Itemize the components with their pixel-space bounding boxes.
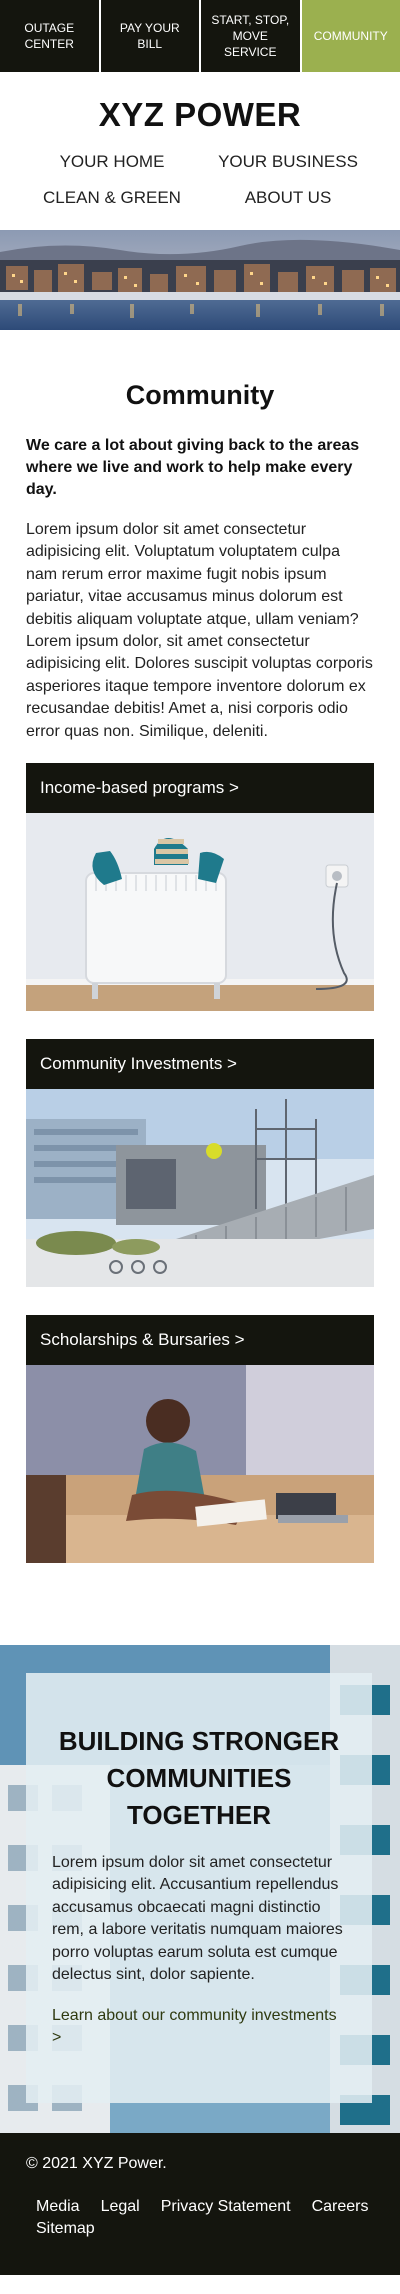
footer-link-careers[interactable]: Careers [312, 2197, 369, 2217]
footer-link-sitemap[interactable]: Sitemap [36, 2219, 95, 2239]
site-footer: © 2021 XYZ Power. Media Legal Privacy St… [0, 2133, 400, 2276]
power-station-image[interactable] [26, 1089, 374, 1288]
nav-start-stop-move-service[interactable]: START, STOP, MOVE SERVICE [201, 0, 302, 72]
main-nav: YOUR HOME YOUR BUSINESS CLEAN & GREEN AB… [0, 142, 400, 230]
footer-link-privacy-statement[interactable]: Privacy Statement [161, 2197, 291, 2217]
main-nav-clean-green[interactable]: CLEAN & GREEN [24, 188, 200, 208]
nav-outage-center[interactable]: OUTAGE CENTER [0, 0, 101, 72]
nav-community[interactable]: COMMUNITY [301, 0, 400, 72]
community-intro: Community We care a lot about giving bac… [0, 330, 400, 763]
footer-links: Media Legal Privacy Statement Careers Si… [26, 2197, 374, 2239]
student-writing-image[interactable] [26, 1365, 374, 1564]
card-income-based-programs: Income-based programs > [26, 763, 374, 1012]
income-based-programs-link[interactable]: Income-based programs > [26, 763, 374, 814]
building-communities-text: Lorem ipsum dolor sit amet consectetur a… [52, 1854, 343, 1984]
intro-lead: We care a lot about giving back to the a… [26, 437, 360, 498]
hero-banner [0, 230, 400, 330]
card-community-investments: Community Investments > [26, 1039, 374, 1288]
heater-mittens-image[interactable] [26, 813, 374, 1012]
main-nav-your-home[interactable]: YOUR HOME [24, 152, 200, 172]
nav-pay-your-bill[interactable]: PAY YOUR BILL [100, 0, 201, 72]
main-nav-your-business[interactable]: YOUR BUSINESS [200, 152, 376, 172]
scholarships-bursaries-link[interactable]: Scholarships & Bursaries > [26, 1315, 374, 1366]
footer-copyright: © 2021 XYZ Power. [26, 2155, 167, 2173]
intro-body: Lorem ipsum dolor sit amet consectetur a… [26, 521, 373, 740]
community-investments-link[interactable]: Community Investments > [26, 1039, 374, 1090]
footer-link-legal[interactable]: Legal [101, 2197, 140, 2217]
building-communities-title: BUILDING STRONGER COMMUNITIES TOGETHER [58, 1726, 340, 1831]
building-communities-panel: BUILDING STRONGER COMMUNITIES TOGETHER L… [26, 1673, 372, 2104]
site-header: XYZ POWER [0, 72, 400, 142]
main-nav-about-us[interactable]: ABOUT US [200, 188, 376, 208]
page-title: Community [125, 380, 275, 410]
top-nav: OUTAGE CENTER PAY YOUR BILL START, STOP,… [0, 0, 400, 72]
brand-logo[interactable]: XYZ POWER [0, 96, 400, 134]
footer-link-media[interactable]: Media [36, 2197, 80, 2217]
program-cards: Income-based programs > Community Invest… [0, 763, 400, 1621]
harbour-town-image [0, 230, 400, 330]
card-scholarships-bursaries: Scholarships & Bursaries > [26, 1315, 374, 1564]
building-communities-section: BUILDING STRONGER COMMUNITIES TOGETHER L… [0, 1645, 400, 2134]
community-investments-learn-link[interactable]: Learn about our community investments > [52, 2005, 346, 2050]
